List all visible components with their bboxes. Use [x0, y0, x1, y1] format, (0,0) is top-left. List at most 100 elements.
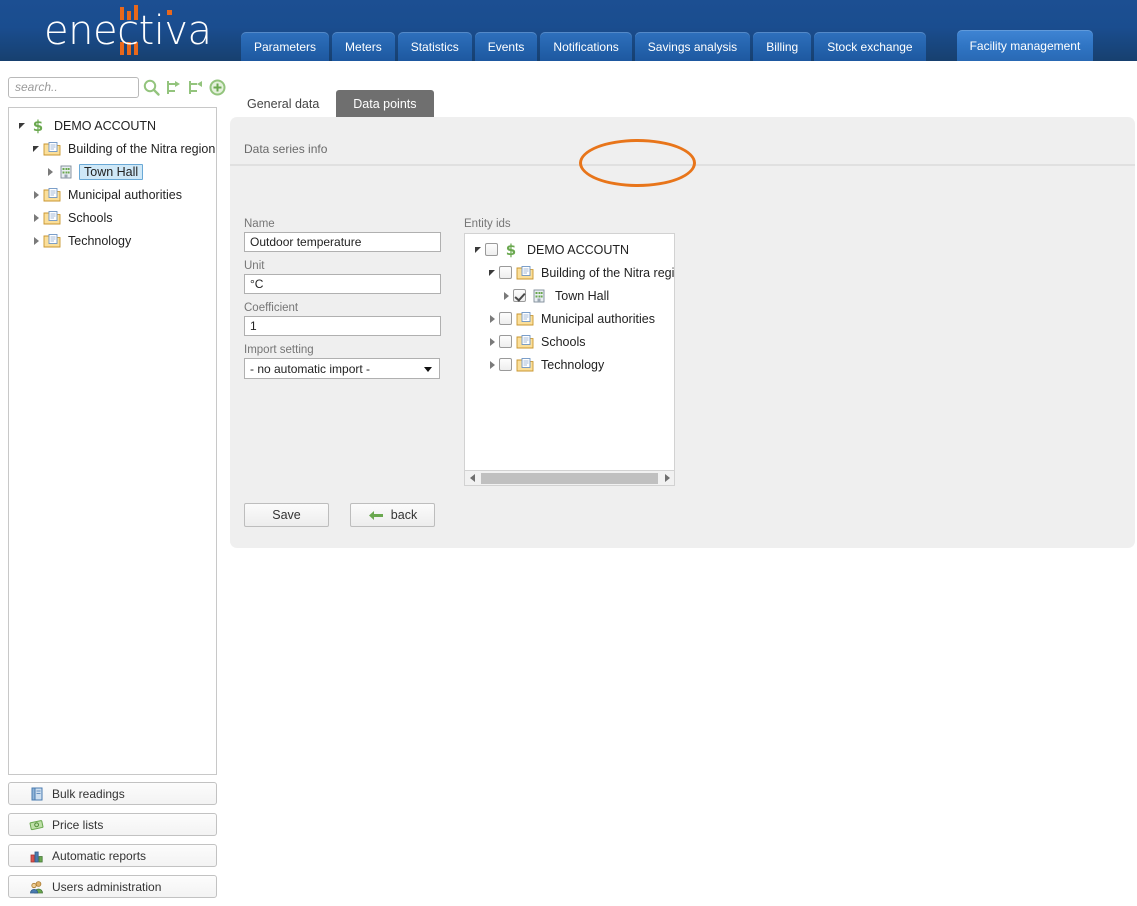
folder-icon — [516, 333, 534, 351]
tree-twisty-closed[interactable] — [29, 214, 43, 222]
folder-icon — [43, 232, 61, 250]
name-input[interactable] — [244, 232, 441, 252]
entity-checkbox[interactable] — [499, 266, 512, 279]
panel-title: Data series info — [244, 142, 327, 156]
sidebar: $ DEMO ACCOUTN Building of the Nitr — [0, 61, 228, 853]
tree-twisty-closed[interactable] — [43, 168, 57, 176]
sidebar-item-users-administration[interactable]: Users administration — [8, 875, 217, 898]
entity-item-schools[interactable]: Schools — [471, 330, 674, 353]
tree-item-label: Technology — [66, 234, 133, 248]
unit-label: Unit — [244, 260, 444, 272]
svg-text:$: $ — [33, 117, 43, 135]
nav-tab-billing[interactable]: Billing — [753, 32, 811, 61]
logo-wordmark: enectiva — [44, 9, 212, 53]
import-setting-label: Import setting — [244, 344, 444, 356]
entity-item-label: Municipal authorities — [539, 312, 657, 326]
nav-tab-stock-exchange[interactable]: Stock exchange — [814, 32, 925, 61]
sidebar-item-automatic-reports[interactable]: Automatic reports — [8, 844, 217, 867]
entity-item-building-of-the-nitra-region[interactable]: Building of the Nitra region — [471, 261, 674, 284]
entity-item-technology[interactable]: Technology — [471, 353, 674, 376]
name-label: Name — [244, 218, 444, 230]
tab-general-data[interactable]: General data — [230, 91, 336, 117]
nav-tab-statistics[interactable]: Statistics — [398, 32, 472, 61]
tree-twisty-closed[interactable] — [485, 361, 499, 369]
entity-checkbox[interactable] — [485, 243, 498, 256]
expand-all-icon[interactable] — [164, 78, 183, 97]
entity-ids-label: Entity ids — [464, 218, 675, 230]
content-sub-tabs: General data Data points — [230, 84, 434, 117]
entity-item-label: Technology — [539, 358, 606, 372]
back-arrow-icon — [368, 510, 384, 521]
back-button-label: back — [391, 508, 417, 522]
scroll-left-icon[interactable] — [465, 472, 479, 485]
entity-tree-panel: $ DEMO ACCOUTN Building of the Nitr — [8, 107, 217, 775]
folder-icon — [516, 264, 534, 282]
nav-tab-facility-management[interactable]: Facility management — [957, 30, 1094, 61]
add-icon[interactable] — [208, 78, 227, 97]
entity-checkbox-checked[interactable] — [513, 289, 526, 302]
import-setting-value: - no automatic import - — [250, 362, 370, 376]
tree-item-building-of-the-nitra-region[interactable]: Building of the Nitra region — [15, 137, 216, 160]
tree-twisty-closed[interactable] — [499, 292, 513, 300]
tree-twisty-closed[interactable] — [485, 338, 499, 346]
tree-item-demo-accoutn[interactable]: $ DEMO ACCOUTN — [15, 114, 216, 137]
data-series-form: Name Unit Coefficient Import setting - n… — [244, 218, 444, 379]
tree-twisty-open[interactable] — [29, 146, 43, 152]
tree-item-label: Building of the Nitra region — [66, 142, 217, 156]
nav-tab-meters[interactable]: Meters — [332, 32, 395, 61]
folder-icon — [43, 209, 61, 227]
panel-divider — [230, 164, 1135, 166]
entity-checkbox[interactable] — [499, 335, 512, 348]
money-icon — [29, 817, 45, 833]
building-icon — [530, 287, 548, 305]
tree-twisty-open[interactable] — [471, 247, 485, 253]
save-button-label: Save — [272, 508, 301, 522]
tree-twisty-closed[interactable] — [29, 191, 43, 199]
tree-item-technology[interactable]: Technology — [15, 229, 216, 252]
svg-text:$: $ — [506, 241, 516, 259]
tree-twisty-open[interactable] — [485, 270, 499, 276]
sidebar-item-label: Automatic reports — [52, 849, 146, 863]
tree-twisty-closed[interactable] — [29, 237, 43, 245]
unit-input[interactable] — [244, 274, 441, 294]
building-icon — [57, 163, 75, 181]
tree-item-town-hall[interactable]: Town Hall — [15, 160, 216, 183]
tree-twisty-closed[interactable] — [485, 315, 499, 323]
data-series-panel: Data series info Name Unit Coefficient I… — [230, 117, 1135, 548]
entity-tree-horizontal-scrollbar[interactable] — [464, 471, 675, 486]
entity-item-town-hall[interactable]: Town Hall — [471, 284, 674, 307]
save-button[interactable]: Save — [244, 503, 329, 527]
entity-checkbox[interactable] — [499, 358, 512, 371]
nav-tab-savings-analysis[interactable]: Savings analysis — [635, 32, 750, 61]
dollar-icon: $ — [502, 241, 520, 259]
tree-item-label-selected: Town Hall — [79, 164, 143, 180]
tree-item-label: DEMO ACCOUTN — [52, 119, 158, 133]
collapse-all-icon[interactable] — [186, 78, 205, 97]
nav-tab-parameters[interactable]: Parameters — [241, 32, 329, 61]
scrollbar-thumb[interactable] — [481, 473, 658, 484]
back-button[interactable]: back — [350, 503, 435, 527]
scroll-right-icon[interactable] — [660, 472, 674, 485]
enectiva-logo: enectiva — [44, 7, 209, 55]
search-icon[interactable] — [142, 78, 161, 97]
tree-item-municipal-authorities[interactable]: Municipal authorities — [15, 183, 216, 206]
sidebar-item-label: Bulk readings — [52, 787, 125, 801]
tree-item-schools[interactable]: Schools — [15, 206, 216, 229]
entity-item-municipal-authorities[interactable]: Municipal authorities — [471, 307, 674, 330]
form-actions: Save back — [244, 503, 435, 527]
sidebar-item-bulk-readings[interactable]: Bulk readings — [8, 782, 217, 805]
import-setting-select[interactable]: - no automatic import - — [244, 358, 440, 379]
nav-tab-notifications[interactable]: Notifications — [540, 32, 631, 61]
entity-item-demo-accoutn[interactable]: $ DEMO ACCOUTN — [471, 238, 674, 261]
tree-item-label: Municipal authorities — [66, 188, 184, 202]
tree-twisty-open[interactable] — [15, 123, 29, 129]
chevron-down-icon — [424, 367, 432, 372]
entity-ids-section: Entity ids $ DEMO ACCOUTN — [464, 218, 675, 486]
tab-data-points[interactable]: Data points — [336, 90, 433, 117]
coefficient-input[interactable] — [244, 316, 441, 336]
search-input[interactable] — [8, 77, 139, 98]
sidebar-item-price-lists[interactable]: Price lists — [8, 813, 217, 836]
entity-checkbox[interactable] — [499, 312, 512, 325]
folder-icon — [516, 356, 534, 374]
nav-tab-events[interactable]: Events — [475, 32, 538, 61]
